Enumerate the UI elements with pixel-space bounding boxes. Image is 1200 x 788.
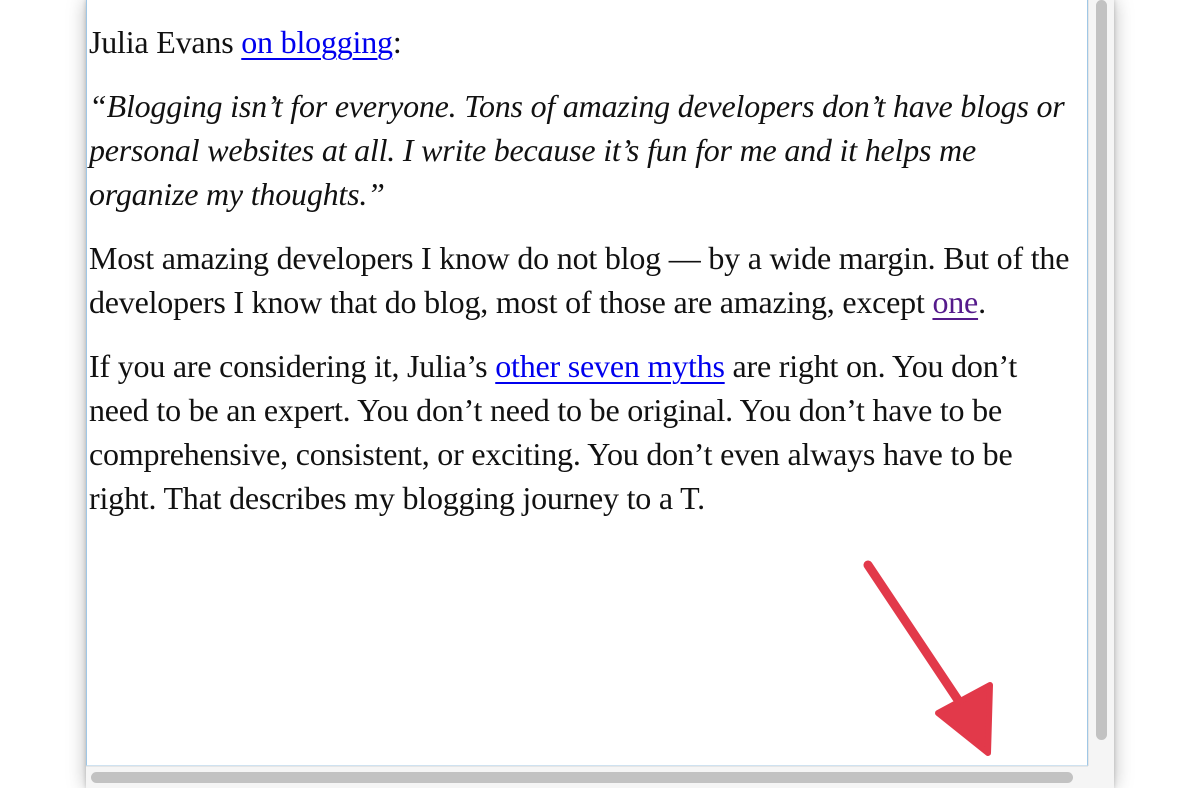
paragraph-developers: Most amazing developers I know do not bl…	[89, 236, 1079, 324]
developers-period: .	[978, 284, 986, 320]
browser-window: Julia Evans on blogging: “Blogging isn’t…	[86, 0, 1114, 788]
scroll-corner	[1088, 766, 1114, 788]
on-blogging-link[interactable]: on blogging	[241, 24, 393, 60]
other-seven-myths-link[interactable]: other seven myths	[495, 348, 725, 384]
article-body: Julia Evans on blogging: “Blogging isn’t…	[89, 20, 1079, 540]
vertical-scroll-thumb[interactable]	[1096, 0, 1107, 740]
myths-lead-text: If you are considering it, Julia’s	[89, 348, 496, 384]
intro-colon: :	[392, 24, 402, 60]
intro-text: Julia Evans	[89, 24, 242, 60]
horizontal-scrollbar[interactable]	[86, 766, 1088, 788]
one-link[interactable]: one	[932, 284, 978, 320]
horizontal-scroll-thumb[interactable]	[91, 772, 1073, 783]
blockquote: “Blogging isn’t for everyone. Tons of am…	[89, 88, 1065, 212]
paragraph-myths: If you are considering it, Julia’s other…	[89, 344, 1079, 520]
page-content: Julia Evans on blogging: “Blogging isn’t…	[86, 0, 1088, 766]
vertical-scrollbar[interactable]	[1088, 0, 1114, 766]
paragraph-intro: Julia Evans on blogging:	[89, 20, 1079, 64]
developers-text: Most amazing developers I know do not bl…	[89, 240, 1070, 320]
